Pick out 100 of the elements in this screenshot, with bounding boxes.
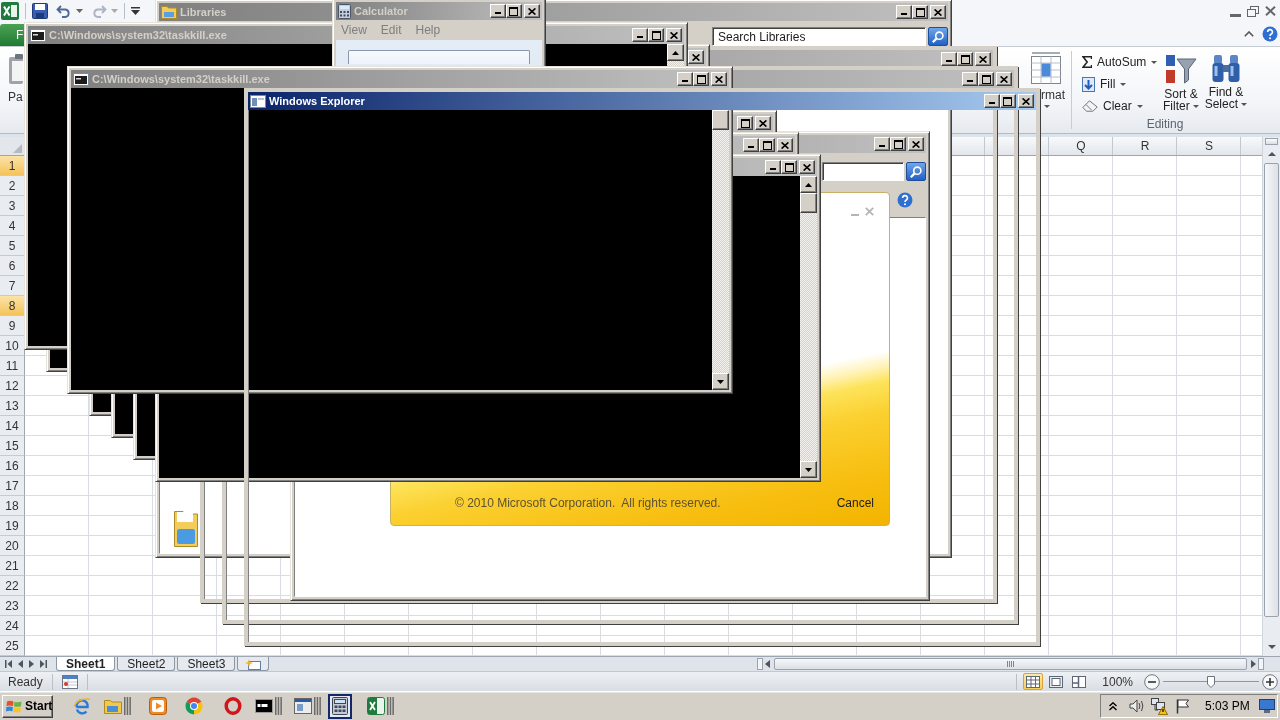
down-arrow-icon[interactable] <box>1267 645 1276 649</box>
row-header[interactable]: 12 <box>0 376 25 396</box>
zoom-out-icon[interactable] <box>1144 673 1160 690</box>
fill-button[interactable]: Fill <box>1081 73 1129 95</box>
row-header[interactable]: 8 <box>0 296 25 316</box>
minimize-button[interactable] <box>677 72 693 86</box>
row-header[interactable]: 18 <box>0 496 25 516</box>
sheet-tab[interactable]: Sheet3 <box>177 657 236 671</box>
show-desktop-icon[interactable] <box>1258 699 1275 713</box>
network-warning-icon[interactable] <box>1151 697 1168 715</box>
minimize-icon[interactable] <box>1230 13 1241 17</box>
close-icon[interactable] <box>1265 6 1276 16</box>
minimize-button[interactable] <box>743 138 759 152</box>
row-header[interactable]: 13 <box>0 396 25 416</box>
search-button[interactable] <box>906 162 926 181</box>
macro-record-icon[interactable] <box>61 674 78 689</box>
maximize-button[interactable] <box>957 52 973 66</box>
row-header[interactable]: 5 <box>0 236 25 256</box>
last-sheet-icon[interactable] <box>40 660 47 668</box>
close-button[interactable] <box>688 50 704 64</box>
collapse-ribbon-icon[interactable] <box>1244 31 1254 37</box>
minimize-button[interactable] <box>896 5 912 19</box>
row-header[interactable]: 7 <box>0 276 25 296</box>
minimize-button[interactable] <box>874 137 890 151</box>
caret-icon[interactable] <box>1044 105 1050 108</box>
start-button[interactable]: Start <box>2 694 53 718</box>
maximize-button[interactable] <box>648 28 664 42</box>
close-button[interactable] <box>975 52 991 66</box>
restore-icon[interactable] <box>1247 5 1259 17</box>
minimize-button[interactable] <box>765 160 781 174</box>
chevron-up-icon[interactable] <box>1109 701 1117 711</box>
maximize-button[interactable] <box>781 160 797 174</box>
view-button[interactable] <box>1023 673 1044 690</box>
maximize-button[interactable] <box>737 116 753 130</box>
minimize-button[interactable] <box>490 4 506 18</box>
help-icon[interactable] <box>897 192 913 208</box>
row-header[interactable]: 11 <box>0 356 25 376</box>
row-header[interactable]: 3 <box>0 196 25 216</box>
column-header[interactable]: Q <box>1049 137 1113 155</box>
row-header[interactable]: 16 <box>0 456 25 476</box>
close-button[interactable] <box>755 116 771 130</box>
split-handle[interactable] <box>1258 658 1264 670</box>
close-button[interactable] <box>930 5 946 19</box>
scrollbar-thumb[interactable] <box>1264 163 1279 617</box>
sheet-tab[interactable]: Sheet2 <box>117 657 176 671</box>
up-arrow-icon[interactable] <box>1267 152 1276 156</box>
previous-sheet-icon[interactable] <box>18 660 23 668</box>
right-arrow-icon[interactable] <box>1251 660 1256 668</box>
scroll-down-button[interactable] <box>712 373 729 390</box>
minimize-button[interactable] <box>941 52 957 66</box>
row-header[interactable]: 24 <box>0 616 25 636</box>
close-button[interactable] <box>1018 94 1034 108</box>
column-header[interactable]: S <box>1177 137 1241 155</box>
scroll-down-button[interactable] <box>800 461 817 478</box>
search-field[interactable]: Search Libraries <box>712 27 926 46</box>
sheet-tab[interactable]: Sheet1 <box>56 657 116 671</box>
row-header[interactable]: 6 <box>0 256 25 276</box>
row-header[interactable]: 23 <box>0 596 25 616</box>
speaker-icon[interactable] <box>1129 699 1145 713</box>
scroll-up-button[interactable] <box>667 44 684 61</box>
caret-icon[interactable] <box>76 9 83 13</box>
row-header[interactable]: 15 <box>0 436 25 456</box>
row-header[interactable]: 17 <box>0 476 25 496</box>
clock[interactable]: 5:03 PM <box>1205 699 1250 713</box>
next-sheet-icon[interactable] <box>29 660 34 668</box>
row-header[interactable]: 14 <box>0 416 25 436</box>
row-header[interactable]: 20 <box>0 536 25 556</box>
file-tab[interactable]: F <box>0 24 24 46</box>
close-button[interactable] <box>711 72 727 86</box>
close-button[interactable] <box>908 137 924 151</box>
search-field[interactable] <box>822 162 904 181</box>
row-header[interactable]: 19 <box>0 516 25 536</box>
customize-icon[interactable] <box>131 7 140 15</box>
autosum-button[interactable]: AutoSum <box>1081 51 1160 73</box>
close-button[interactable] <box>996 72 1012 86</box>
help-icon[interactable] <box>1262 26 1278 42</box>
row-header[interactable]: 2 <box>0 176 25 196</box>
close-button[interactable] <box>799 160 815 174</box>
table-format-icon[interactable] <box>1030 51 1062 85</box>
insert-sheet-button[interactable] <box>237 657 270 671</box>
close-button[interactable] <box>666 28 682 42</box>
row-header[interactable]: 4 <box>0 216 25 236</box>
clear-button[interactable]: Clear <box>1081 95 1145 117</box>
maximize-button[interactable] <box>693 72 709 86</box>
vertical-scrollbar[interactable] <box>1262 137 1280 656</box>
minimize-button[interactable] <box>962 72 978 86</box>
column-header[interactable]: R <box>1113 137 1177 155</box>
vertical-scrollbar[interactable] <box>800 176 817 478</box>
flag-icon[interactable] <box>1176 698 1190 714</box>
spreadsheet-logo-icon[interactable] <box>1 2 19 20</box>
row-header[interactable]: 25 <box>0 636 25 656</box>
left-arrow-icon[interactable] <box>765 660 770 668</box>
minimize-button[interactable] <box>632 28 648 42</box>
maximize-button[interactable] <box>890 137 906 151</box>
taskbar-button[interactable] <box>328 693 352 719</box>
find-select-button[interactable]: Find & Select <box>1203 51 1249 110</box>
row-header[interactable]: 10 <box>0 336 25 356</box>
save-icon[interactable] <box>32 3 48 19</box>
cancel-button[interactable]: Cancel <box>836 496 874 510</box>
split-handle[interactable] <box>757 658 763 670</box>
